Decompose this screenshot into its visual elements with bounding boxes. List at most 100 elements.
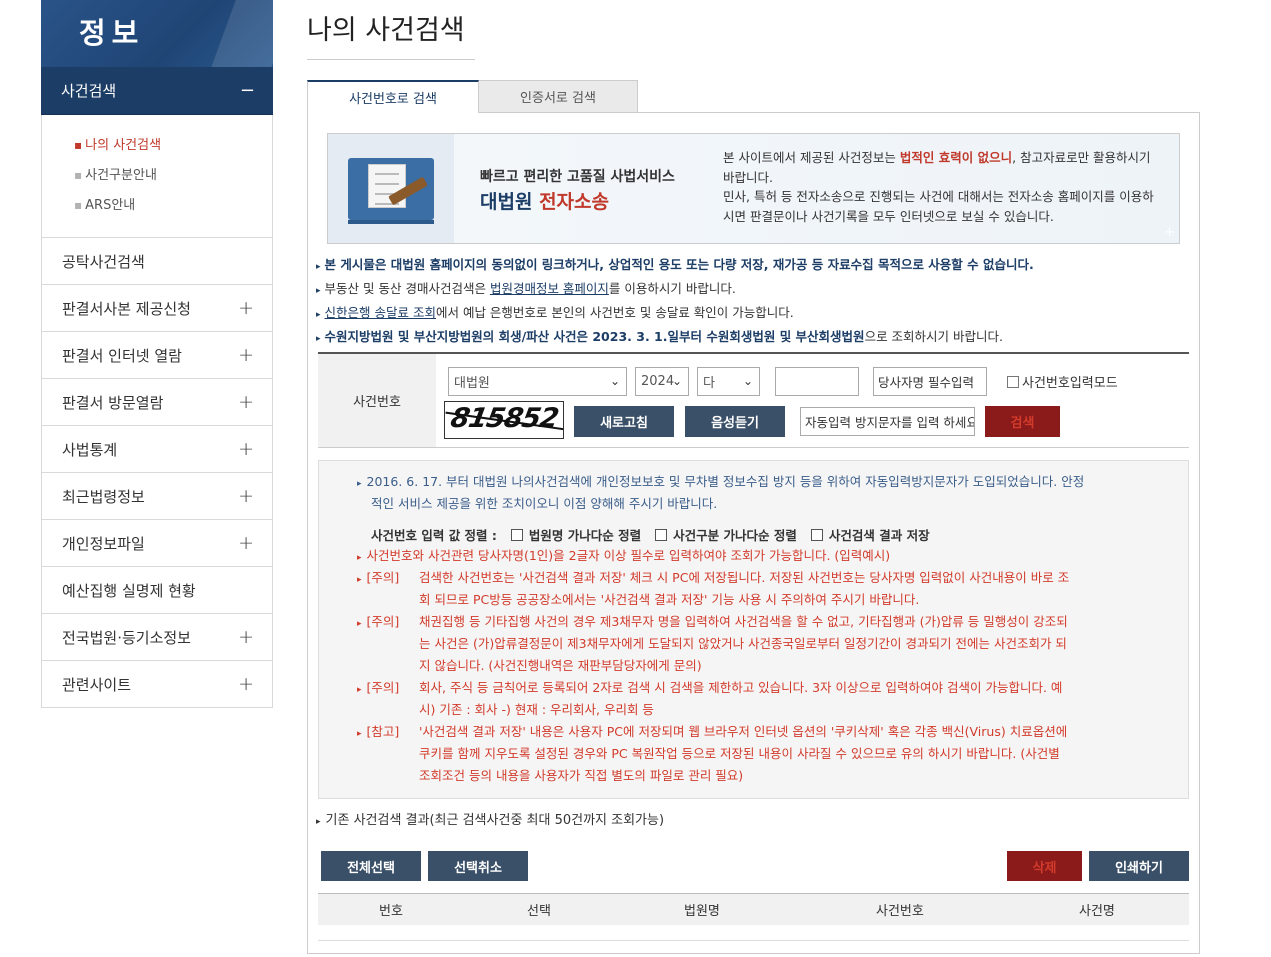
- captcha-input[interactable]: 자동입력 방지문자를 입력 하세요: [800, 407, 975, 436]
- sidebar-item-courts-info[interactable]: 전국법원·등기소정보 +: [41, 614, 273, 661]
- sidebar-item-statistics[interactable]: 사법통계 +: [41, 426, 273, 473]
- title-divider: [307, 59, 475, 60]
- party-required-notice: ▸ 사건번호와 사건관련 당사자명(1인)을 2글자 이상 필수로 입력하여야 조…: [357, 548, 891, 563]
- input-mode-checkbox[interactable]: 사건번호입력모드: [1007, 372, 1118, 391]
- captcha-image: 815852: [444, 401, 564, 439]
- arrow-icon: ▸: [316, 286, 321, 296]
- banner-more-icon[interactable]: +: [1164, 225, 1175, 240]
- case-search-form: 사건번호 대법원 ⌄ 2024 ⌄ 다 ⌄ 당사자명 필수입력 사건번호입력모드 81…: [318, 352, 1189, 448]
- reference-line-3: 조회조건 등의 내용을 사용자가 직접 별도의 파일로 관리 필요): [419, 768, 744, 783]
- document-icon: [368, 164, 406, 208]
- party-name-input[interactable]: 당사자명 필수입력: [873, 367, 987, 396]
- year-select[interactable]: 2024 ⌄: [635, 367, 689, 396]
- notice-copyright: ▸ 본 게시물은 대법원 홈페이지의 동의없이 링크하거나, 상업적인 용도 또는…: [316, 257, 1034, 272]
- warning-3-line-1: 회사, 주식 등 금칙어로 등록되어 2자로 검색 시 검색을 제한하고 있습니…: [419, 680, 1063, 695]
- search-tabs: 사건번호로 검색 인증서로 검색: [307, 80, 638, 113]
- results-table-header: 번호 선택 법원명 사건번호 사건명: [318, 893, 1189, 925]
- deselect-button[interactable]: 선택취소: [428, 851, 528, 881]
- save-results-checkbox[interactable]: 사건검색 결과 저장: [810, 525, 930, 544]
- expand-icon: +: [238, 438, 254, 460]
- notice-auction: ▸ 부동산 및 동산 경매사건검색은 법원경매정보 홈페이지를 이용하시기 바랍니…: [316, 281, 736, 296]
- tab-case-number[interactable]: 사건번호로 검색: [307, 80, 479, 113]
- sidebar-item-judgment-visit[interactable]: 판결서 방문열람 +: [41, 379, 273, 426]
- submenu-ars-guide[interactable]: ▪ ARS안내: [74, 193, 272, 223]
- reference-tag: ▸ [참고]: [357, 724, 400, 739]
- sidebar: 정보 사건검색 − ▪ 나의 사건검색 ▪ 사건구분안내 ▪ ARS안내 공탁사건검색…: [41, 0, 273, 708]
- warning-1-line-2: 회 되므로 PC방등 공공장소에서는 '사건검색 결과 저장' 기능 사용 시 …: [419, 592, 920, 607]
- search-button[interactable]: 검색: [985, 406, 1060, 437]
- submenu-case-type-guide[interactable]: ▪ 사건구분안내: [74, 163, 272, 193]
- sort-court-checkbox[interactable]: 법원명 가나다순 정렬: [510, 525, 641, 544]
- chevron-down-icon: ⌄: [671, 374, 682, 388]
- column-case-name: 사건명: [1079, 904, 1115, 919]
- warning-1-line-1: 검색한 사건번호는 '사건검색 결과 저장' 체크 시 PC에 저장됩니다. 저…: [419, 570, 1070, 585]
- captcha-notice-cont: 적인 서비스 제공을 위한 조치이오니 이점 양해해 주시기 바랍니다.: [371, 496, 718, 511]
- court-select[interactable]: 대법원 ⌄: [448, 367, 627, 396]
- search-info-box: ▸ 2016. 6. 17. 부터 대법원 나의사건검색에 개인정보보호 및 무차…: [318, 460, 1189, 799]
- warning-2-line-1: 채권집행 등 기타집행 사건의 경우 제3채무자 명을 입력하여 사건검색을 할…: [419, 614, 1068, 629]
- captcha-notice: ▸ 2016. 6. 17. 부터 대법원 나의사건검색에 개인정보보호 및 무차…: [357, 474, 1085, 489]
- sidebar-header: 정보: [41, 0, 273, 67]
- tab-certificate[interactable]: 인증서로 검색: [479, 80, 638, 113]
- refresh-captcha-button[interactable]: 새로고침: [574, 406, 674, 437]
- table-divider: [318, 940, 1189, 941]
- sidebar-item-judgment-online[interactable]: 판결서 인터넷 열람 +: [41, 332, 273, 379]
- checkbox-icon: [810, 528, 823, 541]
- arrow-icon: ▸: [316, 334, 321, 344]
- sidebar-item-budget[interactable]: 예산집행 실명제 현황: [41, 567, 273, 614]
- audio-captcha-button[interactable]: 음성듣기: [685, 406, 785, 437]
- warning-3-line-2: 시) 기존 : 회사 -) 현재 : 우리회사, 우리회 등: [419, 702, 654, 717]
- sidebar-item-recent-laws[interactable]: 최근법령정보 +: [41, 473, 273, 520]
- panel-border: [479, 112, 1200, 113]
- bullet-icon: ▪: [74, 198, 83, 212]
- expand-icon: +: [238, 673, 254, 695]
- expand-icon: +: [238, 485, 254, 507]
- expand-icon: +: [238, 532, 254, 554]
- sidebar-item-privacy-files[interactable]: 개인정보파일 +: [41, 520, 273, 567]
- expand-icon: +: [238, 626, 254, 648]
- arrow-icon: ▸: [316, 310, 321, 320]
- previous-results-label: ▸ 기존 사건검색 결과(최근 검색사건중 최대 50건까지 조회가능): [316, 813, 665, 828]
- arrow-icon: ▸: [316, 262, 321, 272]
- notice-list: ▸ 본 게시물은 대법원 홈페이지의 동의없이 링크하거나, 상업적인 용도 또는…: [316, 254, 1186, 350]
- warning-tag: ▸ [주의]: [357, 680, 400, 695]
- sidebar-item-label: 사건검색: [61, 82, 117, 100]
- sidebar-item-related-sites[interactable]: 관련사이트 +: [41, 661, 273, 708]
- case-type-select[interactable]: 다 ⌄: [697, 367, 760, 396]
- warning-2-line-2: 는 사건은 (가)압류결정문이 제3채무자에게 도달되지 않았거나 사건종국일로…: [419, 636, 1067, 651]
- form-label: 사건번호: [318, 354, 436, 447]
- warning-2-line-3: 지 않습니다. (사건진행내역은 재판부담당자에게 문의): [419, 658, 702, 673]
- notice-fee: ▸ 신한은행 송달료 조회에서 예납 은행번호로 본인의 사건번호 및 송달료 확…: [316, 305, 794, 320]
- column-number: 번호: [379, 904, 403, 919]
- sidebar-submenu: ▪ 나의 사건검색 ▪ 사건구분안내 ▪ ARS안내: [41, 115, 273, 238]
- bullet-icon: ▪: [74, 138, 83, 152]
- expand-icon: +: [238, 297, 254, 319]
- checkbox-icon: [510, 528, 523, 541]
- expand-icon: +: [238, 391, 254, 413]
- collapse-icon: −: [239, 80, 255, 101]
- banner-title: 대법원 전자소송: [480, 191, 609, 213]
- print-button[interactable]: 인쇄하기: [1089, 851, 1189, 881]
- sidebar-item-case-search[interactable]: 사건검색 −: [41, 67, 273, 115]
- banner-description: 본 사이트에서 제공된 사건정보는 법적인 효력이 없으니, 참고자료로만 활용…: [723, 150, 1154, 224]
- checkbox-icon: [655, 528, 668, 541]
- sort-type-checkbox[interactable]: 사건구분 가나다순 정렬: [655, 525, 797, 544]
- warning-tag: ▸ [주의]: [357, 570, 400, 585]
- submenu-my-case-search[interactable]: ▪ 나의 사건검색: [74, 133, 272, 163]
- reference-line-1: '사건검색 결과 저장' 내용은 사용자 PC에 저장되며 웹 브라우저 인터넷…: [419, 724, 1068, 739]
- delete-button[interactable]: 삭제: [1007, 851, 1082, 881]
- column-court: 법원명: [684, 904, 720, 919]
- expand-icon: +: [238, 344, 254, 366]
- chevron-down-icon: ⌄: [742, 374, 753, 388]
- warning-tag: ▸ [주의]: [357, 614, 400, 629]
- auction-site-link[interactable]: 법원경매정보 홈페이지: [490, 281, 609, 296]
- case-number-input[interactable]: [775, 367, 859, 396]
- sidebar-item-judgment-copy[interactable]: 판결서사본 제공신청 +: [41, 285, 273, 332]
- ecourt-banner[interactable]: 빠르고 편리한 고품질 사법서비스 대법원 전자소송 본 사이트에서 제공된 사…: [327, 133, 1180, 244]
- checkbox-icon: [1007, 375, 1019, 388]
- select-all-button[interactable]: 전체선택: [321, 851, 421, 881]
- bullet-icon: ▪: [74, 168, 83, 182]
- header-decoration: [202, 0, 273, 67]
- shinhan-fee-link[interactable]: 신한은행 송달료 조회: [325, 305, 436, 320]
- sidebar-item-deposit-search[interactable]: 공탁사건검색: [41, 238, 273, 285]
